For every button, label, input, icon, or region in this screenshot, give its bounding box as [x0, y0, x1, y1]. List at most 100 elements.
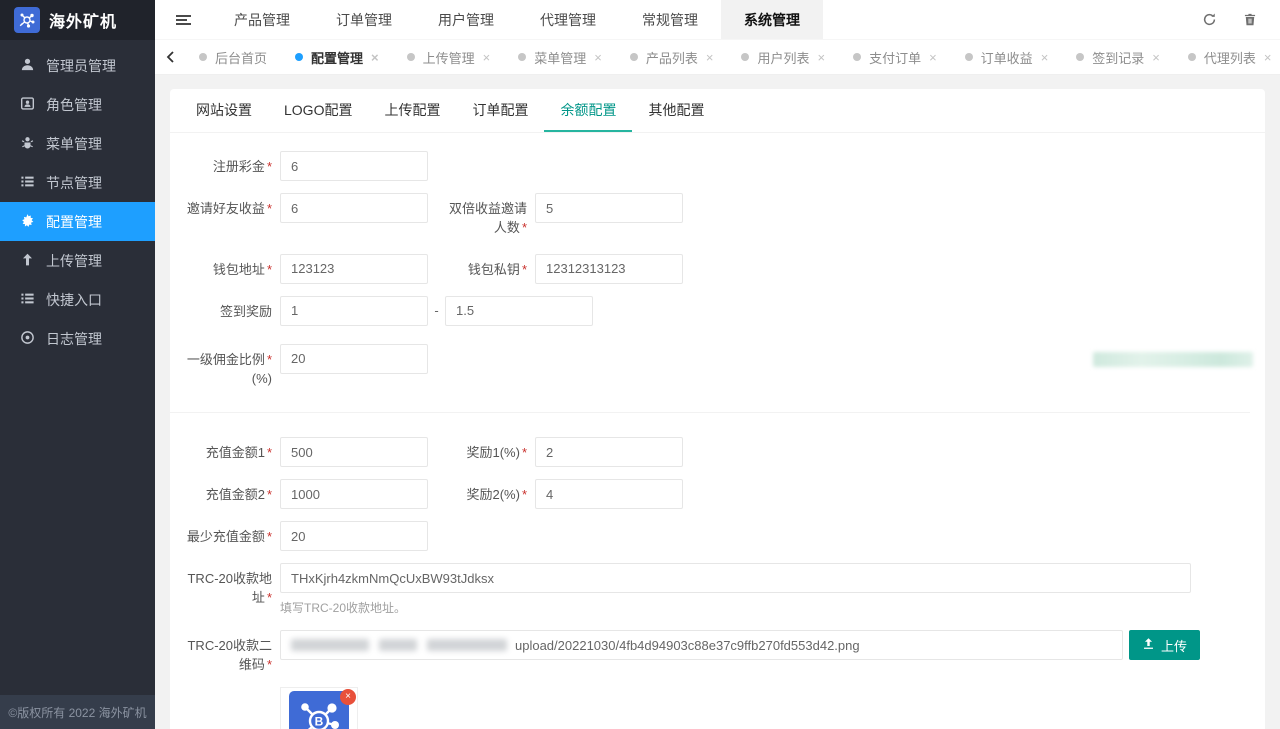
tab-site-settings[interactable]: 网站设置: [180, 89, 268, 132]
nav-order-management[interactable]: 订单管理: [313, 0, 415, 39]
required-mark: *: [266, 445, 272, 461]
tab-balance-config[interactable]: 余额配置: [544, 89, 633, 132]
tabs-scroll-area: 后台首页 配置管理 × 上传管理 × 菜单管理 × 产品列表 × 用户列表 × 支付订单 ×…: [185, 40, 1280, 74]
tab-upload-config[interactable]: 上传配置: [368, 89, 456, 132]
sidebar-toggle-icon[interactable]: [155, 0, 211, 39]
nav-general-management[interactable]: 常规管理: [619, 0, 721, 39]
upload-button[interactable]: 上传: [1129, 630, 1201, 661]
close-icon[interactable]: ×: [817, 51, 825, 64]
close-icon[interactable]: ×: [706, 51, 714, 64]
tabs-scroll-left-icon[interactable]: [155, 40, 185, 74]
reg-bonus-input[interactable]: [280, 151, 428, 181]
wallet-key-input[interactable]: [535, 253, 683, 284]
field-label: 充值金额1 *: [205, 445, 272, 461]
recharge2-input[interactable]: [280, 479, 428, 510]
sidebar-menu: 管理员管理 角色管理 菜单管理 节点管理 配置管理 上传管理 快捷入口 日志管理: [0, 40, 155, 695]
tab-payment-orders[interactable]: 支付订单 ×: [839, 40, 951, 74]
required-mark: *: [266, 657, 272, 673]
role-icon: [20, 96, 35, 114]
tab-order-income[interactable]: 订单收益 ×: [951, 40, 1063, 74]
close-icon[interactable]: ×: [1264, 51, 1272, 64]
field-label: 双倍收益邀请人数 *: [448, 201, 527, 235]
signin-reward-min-input[interactable]: [280, 295, 428, 326]
list-icon: [20, 291, 35, 309]
commission1-input[interactable]: [280, 343, 428, 374]
close-icon[interactable]: ×: [483, 51, 491, 64]
tab-dashboard[interactable]: 后台首页: [185, 40, 281, 74]
sidebar-item-config-management[interactable]: 配置管理: [0, 202, 155, 241]
fullscreen-icon[interactable]: [1270, 0, 1280, 40]
nav-product-management[interactable]: 产品管理: [211, 0, 313, 39]
reward1-input[interactable]: [535, 437, 683, 468]
content-area: 网站设置 LOGO配置 上传配置 订单配置 余额配置 其他配置 注册彩金* 邀请…: [155, 75, 1280, 729]
tab-dot-icon: [629, 53, 638, 61]
tab-order-config[interactable]: 订单配置: [456, 89, 544, 132]
trash-icon[interactable]: [1230, 0, 1270, 40]
required-mark: *: [521, 261, 527, 277]
field-help-text: 填写TRC-20收款地址。: [280, 601, 407, 616]
trc20-qrcode-input[interactable]: upload/20221030/4fb4d94903c88e37c9ffb270…: [280, 630, 1123, 661]
bug-icon: [20, 135, 35, 153]
sidebar-item-log-management[interactable]: 日志管理: [0, 319, 155, 358]
settings-card: 网站设置 LOGO配置 上传配置 订单配置 余额配置 其他配置 注册彩金* 邀请…: [170, 89, 1265, 729]
invite-income-input[interactable]: [280, 193, 428, 223]
tab-dot-icon: [518, 53, 527, 61]
signin-reward-max-input[interactable]: [445, 295, 593, 326]
field-label: TRC-20收款二维码 *: [187, 638, 272, 673]
field-label: 奖励1(%) *: [466, 445, 527, 461]
trc20-address-input[interactable]: [280, 563, 1191, 594]
sidebar-item-node-management[interactable]: 节点管理: [0, 163, 155, 202]
close-icon[interactable]: ×: [1041, 51, 1049, 64]
tab-user-list[interactable]: 用户列表 ×: [727, 40, 839, 74]
required-mark: *: [266, 529, 272, 545]
tab-dot-icon: [199, 53, 207, 61]
sidebar-item-menu-management[interactable]: 菜单管理: [0, 124, 155, 163]
app-logo[interactable]: 海外矿机: [0, 0, 155, 40]
tab-other-config[interactable]: 其他配置: [632, 89, 720, 132]
double-invitees-input[interactable]: [535, 193, 683, 223]
balance-config-form: 注册彩金* 邀请好友收益* 双倍收益邀请人数* 钱包地址*: [170, 133, 1265, 729]
close-icon[interactable]: ×: [371, 51, 379, 64]
tab-signin-records[interactable]: 签到记录 ×: [1062, 40, 1174, 74]
nav-user-management[interactable]: 用户管理: [415, 0, 517, 39]
field-label: TRC-20收款地址 *: [187, 571, 272, 606]
wallet-address-input[interactable]: [280, 253, 428, 284]
tab-product-list[interactable]: 产品列表 ×: [616, 40, 728, 74]
sidebar-item-quick-entry[interactable]: 快捷入口: [0, 280, 155, 319]
nav-agent-management[interactable]: 代理管理: [517, 0, 619, 39]
tab-menu-management[interactable]: 菜单管理 ×: [504, 40, 616, 74]
close-icon[interactable]: ×: [929, 51, 937, 64]
field-label: 一级佣金比例 * (%): [186, 351, 272, 386]
recharge1-input[interactable]: [280, 437, 428, 468]
app-window: 海外矿机 管理员管理 角色管理 菜单管理 节点管理 配置管理 上传管理 快捷入口…: [0, 0, 1280, 729]
reward2-input[interactable]: [535, 479, 683, 510]
remove-image-icon[interactable]: ×: [340, 689, 356, 706]
min-recharge-input[interactable]: [280, 521, 428, 552]
sidebar-item-upload-management[interactable]: 上传管理: [0, 241, 155, 280]
top-header: 产品管理 订单管理 用户管理 代理管理 常规管理 系统管理: [155, 0, 1280, 40]
tab-dot-icon: [406, 53, 415, 61]
logo-network-icon: [14, 7, 40, 33]
required-mark: *: [521, 487, 527, 503]
tab-dot-icon: [741, 53, 750, 61]
required-mark: *: [521, 219, 527, 235]
section-divider: [170, 412, 1250, 414]
settings-tabs: 网站设置 LOGO配置 上传配置 订单配置 余额配置 其他配置: [170, 89, 1265, 133]
tab-logo-config[interactable]: LOGO配置: [268, 89, 368, 132]
field-label: 注册彩金 *: [212, 159, 272, 174]
sidebar-item-role-management[interactable]: 角色管理: [0, 85, 155, 124]
tab-config-management[interactable]: 配置管理 ×: [281, 40, 393, 74]
tab-upload-management[interactable]: 上传管理 ×: [393, 40, 505, 74]
sidebar-item-admin-management[interactable]: 管理员管理: [0, 46, 155, 85]
gear-icon: [20, 213, 35, 231]
nav-system-management[interactable]: 系统管理: [721, 0, 823, 39]
refresh-icon[interactable]: [1190, 0, 1230, 40]
tab-dot-icon: [1076, 53, 1085, 61]
close-icon[interactable]: ×: [1152, 51, 1160, 64]
field-label: 钱包地址 *: [212, 261, 272, 277]
qrcode-thumbnail[interactable]: B ×: [280, 687, 358, 729]
tab-agent-list[interactable]: 代理列表 ×: [1174, 40, 1280, 74]
close-icon[interactable]: ×: [594, 51, 602, 64]
required-mark: *: [266, 159, 272, 174]
required-mark: *: [521, 445, 527, 461]
